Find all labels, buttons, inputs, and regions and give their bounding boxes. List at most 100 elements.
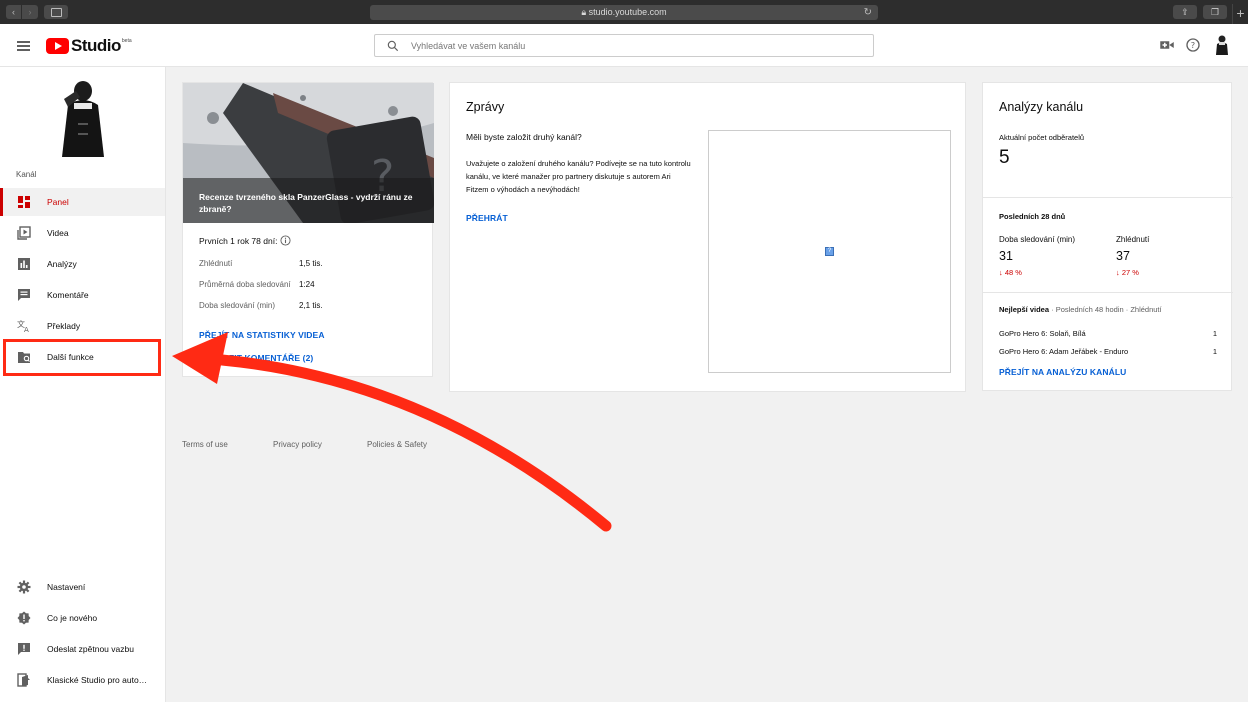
stat-label: Průměrná doba sledování xyxy=(199,280,291,289)
videos-icon xyxy=(17,226,31,240)
sidebar-item-label: Klasické Studio pro auto… xyxy=(47,675,148,685)
sidebar-item-settings[interactable]: Nastavení xyxy=(0,573,165,601)
forward-icon[interactable]: › xyxy=(22,5,38,19)
top-video-title: GoPro Hero 6: Solaň, Bílá xyxy=(999,329,1086,338)
top-videos-meta: · Posledních 48 hodin · Zhlédnutí xyxy=(1049,305,1162,314)
down-arrow-icon: ↓ xyxy=(999,268,1003,277)
gear-icon xyxy=(17,580,31,594)
sidebar-toggle-icon[interactable] xyxy=(44,5,68,19)
browser-toolbar: ‹ › 🔒︎ studio.youtube.com ↻ ⇪ ❐ + xyxy=(0,0,1248,24)
tabs-icon[interactable]: ❐ xyxy=(1203,5,1227,19)
sidebar-section-label: Kanál xyxy=(16,170,37,179)
news-subtitle: Měli byste založit druhý kanál? xyxy=(466,132,582,142)
top-video-views: 1 xyxy=(1212,347,1217,356)
video-period: Prvních 1 rok 78 dní: xyxy=(199,235,291,246)
sidebar-item-label: Co je nového xyxy=(47,613,98,623)
video-title: Recenze tvrzeného skla PanzerGlass - vyd… xyxy=(199,192,413,214)
sidebar-item-videos[interactable]: Videa xyxy=(0,219,165,247)
down-arrow-icon: ↓ xyxy=(1116,268,1120,277)
channel-analytics-link[interactable]: PŘEJÍT NA ANALÝZU KANÁLU xyxy=(999,367,1126,377)
account-avatar[interactable] xyxy=(1212,34,1232,56)
help-icon[interactable]: ? xyxy=(1184,36,1202,54)
metric-delta: ↓ 48 % xyxy=(999,268,1022,277)
sidebar-item-label: Nastavení xyxy=(47,582,86,592)
svg-text:?: ? xyxy=(1191,40,1195,50)
create-video-icon[interactable] xyxy=(1158,36,1176,54)
footer-terms-link[interactable]: Terms of use xyxy=(182,440,228,449)
stat-value: 2,1 tis. xyxy=(299,301,323,310)
sidebar-item-classic-studio[interactable]: Klasické Studio pro auto… xyxy=(0,666,165,694)
analytics-period: Posledních 28 dnů xyxy=(999,212,1066,221)
stat-value: 1,5 tis. xyxy=(299,259,323,268)
sidebar-item-whats-new[interactable]: Co je nového xyxy=(0,604,165,632)
search-box xyxy=(374,34,874,57)
address-bar[interactable]: 🔒︎ studio.youtube.com ↻ xyxy=(370,5,878,20)
footer-policies-link[interactable]: Policies & Safety xyxy=(367,440,427,449)
back-icon[interactable]: ‹ xyxy=(6,5,22,19)
video-stat-row: Doba sledování (min) 2,1 tis. xyxy=(199,301,325,310)
metric-label: Zhlédnutí xyxy=(1116,235,1150,244)
sidebar-item-label: Komentáře xyxy=(47,290,89,300)
missing-image-icon: ? xyxy=(825,247,834,256)
news-video-frame[interactable]: ? xyxy=(708,130,951,373)
video-stat-row: Průměrná doba sledování 1:24 xyxy=(199,280,325,289)
metric-delta-text: 48 % xyxy=(1004,268,1022,277)
address-text: studio.youtube.com xyxy=(588,7,667,17)
sidebar-item-label: Panel xyxy=(47,197,69,207)
dashboard-icon xyxy=(18,196,30,208)
metric-label: Doba sledování (min) xyxy=(999,235,1076,244)
video-stat-row: Zhlédnutí 1,5 tis. xyxy=(199,259,325,268)
channel-avatar[interactable] xyxy=(54,77,112,159)
svg-text:A: A xyxy=(24,326,29,333)
video-thumbnail[interactable]: ? Recenze tvrzeného skla PanzerGlass - v… xyxy=(183,83,434,223)
reload-icon[interactable]: ↻ xyxy=(864,5,872,20)
sidebar: Kanál Panel Videa Analýzy Komentáře 文A P… xyxy=(0,67,166,702)
logo-text: Studio xyxy=(71,36,121,55)
sidebar-item-panel[interactable]: Panel xyxy=(0,188,165,216)
info-icon[interactable] xyxy=(280,235,291,246)
feedback-icon xyxy=(18,643,30,655)
top-video-row[interactable]: GoPro Hero 6: Adam Jeřábek - Enduro 1 xyxy=(999,347,1217,356)
browser-nav-buttons: ‹ › xyxy=(6,5,38,19)
sidebar-item-label: Překlady xyxy=(47,321,81,331)
footer-privacy-link[interactable]: Privacy policy xyxy=(273,440,322,449)
metric-value: 37 xyxy=(1116,249,1130,263)
metric-value: 31 xyxy=(999,249,1013,263)
lock-icon: 🔒︎ xyxy=(581,7,587,17)
play-button[interactable]: PŘEHRÁT xyxy=(466,213,508,223)
highlight-box xyxy=(3,339,161,376)
translate-icon: 文A xyxy=(17,319,29,333)
channel-analytics-card: Analýzy kanálu Aktuální počet odběratelů… xyxy=(982,82,1233,391)
stat-value: 1:24 xyxy=(299,280,315,289)
menu-icon[interactable] xyxy=(17,41,30,51)
studio-header: Studio beta ? xyxy=(0,24,1248,67)
new-tab-icon[interactable]: + xyxy=(1232,4,1248,24)
share-icon[interactable]: ⇪ xyxy=(1173,5,1197,19)
metric-delta: ↓ 27 % xyxy=(1116,268,1139,277)
top-video-views: 1 xyxy=(1212,329,1217,338)
sidebar-item-label: Odeslat zpětnou vazbu xyxy=(47,644,134,654)
search-icon xyxy=(387,40,399,52)
analytics-icon xyxy=(18,258,30,270)
sidebar-item-analytics[interactable]: Analýzy xyxy=(0,250,165,278)
comments-icon xyxy=(18,289,30,301)
subscribers-count: 5 xyxy=(999,147,1010,168)
studio-logo[interactable]: Studio beta xyxy=(46,36,132,55)
sidebar-item-translations[interactable]: 文A Překlady xyxy=(0,312,165,340)
news-body: Uvažujete o založení druhého kanálu? Pod… xyxy=(466,159,691,194)
search-input[interactable] xyxy=(411,37,851,54)
sidebar-item-comments[interactable]: Komentáře xyxy=(0,281,165,309)
video-stats-link[interactable]: PŘEJÍT NA STATISTIKY VIDEA xyxy=(199,330,325,340)
top-video-row[interactable]: GoPro Hero 6: Solaň, Bílá 1 xyxy=(999,329,1217,338)
top-videos-title: Nejlepší videa xyxy=(999,305,1050,314)
top-video-title: GoPro Hero 6: Adam Jeřábek - Enduro xyxy=(999,347,1129,356)
classic-studio-icon xyxy=(17,673,30,687)
view-comments-link[interactable]: ZIT KOMENTÁŘE (2) xyxy=(229,353,313,363)
sidebar-item-label: Analýzy xyxy=(47,259,77,269)
sidebar-item-send-feedback[interactable]: Odeslat zpětnou vazbu xyxy=(0,635,165,663)
divider xyxy=(983,197,1233,198)
video-period-text: Prvních 1 rok 78 dní: xyxy=(199,236,278,246)
subscribers-label: Aktuální počet odběratelů xyxy=(999,133,1085,142)
latest-video-card: ? Recenze tvrzeného skla PanzerGlass - v… xyxy=(182,82,434,377)
metric-delta-text: 27 % xyxy=(1121,268,1139,277)
